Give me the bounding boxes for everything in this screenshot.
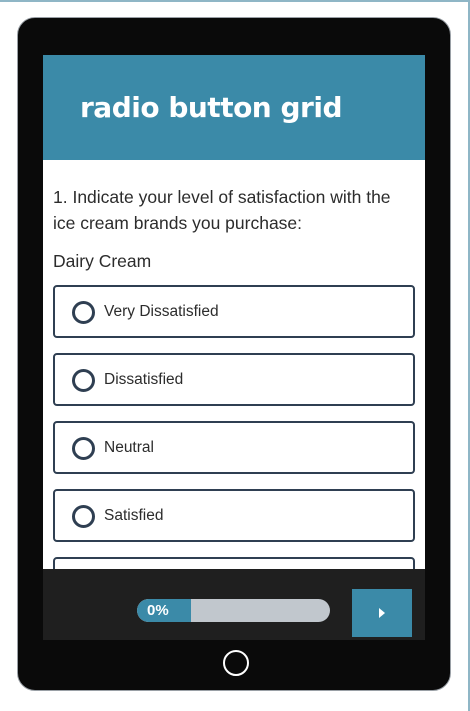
option-label: Satisfied xyxy=(104,507,164,524)
radio-circle-icon[interactable] xyxy=(72,437,95,460)
option-label: Neutral xyxy=(104,439,154,456)
progress-bar: 0% xyxy=(137,599,330,622)
survey-screen: radio button grid 1. Indicate your level… xyxy=(43,55,425,640)
radio-circle-icon[interactable] xyxy=(72,505,95,528)
next-arrow-icon xyxy=(379,608,385,618)
page-title: radio button grid xyxy=(80,91,342,124)
radio-circle-icon[interactable] xyxy=(72,301,95,324)
survey-header: radio button grid xyxy=(43,55,425,160)
option-label: Very Dissatisfied xyxy=(104,303,219,320)
row-label: Dairy Cream xyxy=(53,251,152,271)
progress-percent: 0% xyxy=(147,602,169,619)
option-neutral[interactable]: Neutral xyxy=(53,421,415,474)
radio-circle-icon[interactable] xyxy=(72,369,95,392)
question-text: 1. Indicate your level of satisfaction w… xyxy=(53,187,391,233)
window-border-top xyxy=(0,0,470,2)
option-label: Dissatisfied xyxy=(104,371,184,388)
survey-footer: 0% xyxy=(43,569,425,640)
option-very-dissatisfied[interactable]: Very Dissatisfied xyxy=(53,285,415,338)
option-satisfied[interactable]: Satisfied xyxy=(53,489,415,542)
next-button[interactable] xyxy=(352,589,412,637)
option-dissatisfied[interactable]: Dissatisfied xyxy=(53,353,415,406)
home-button-icon[interactable] xyxy=(223,650,249,676)
